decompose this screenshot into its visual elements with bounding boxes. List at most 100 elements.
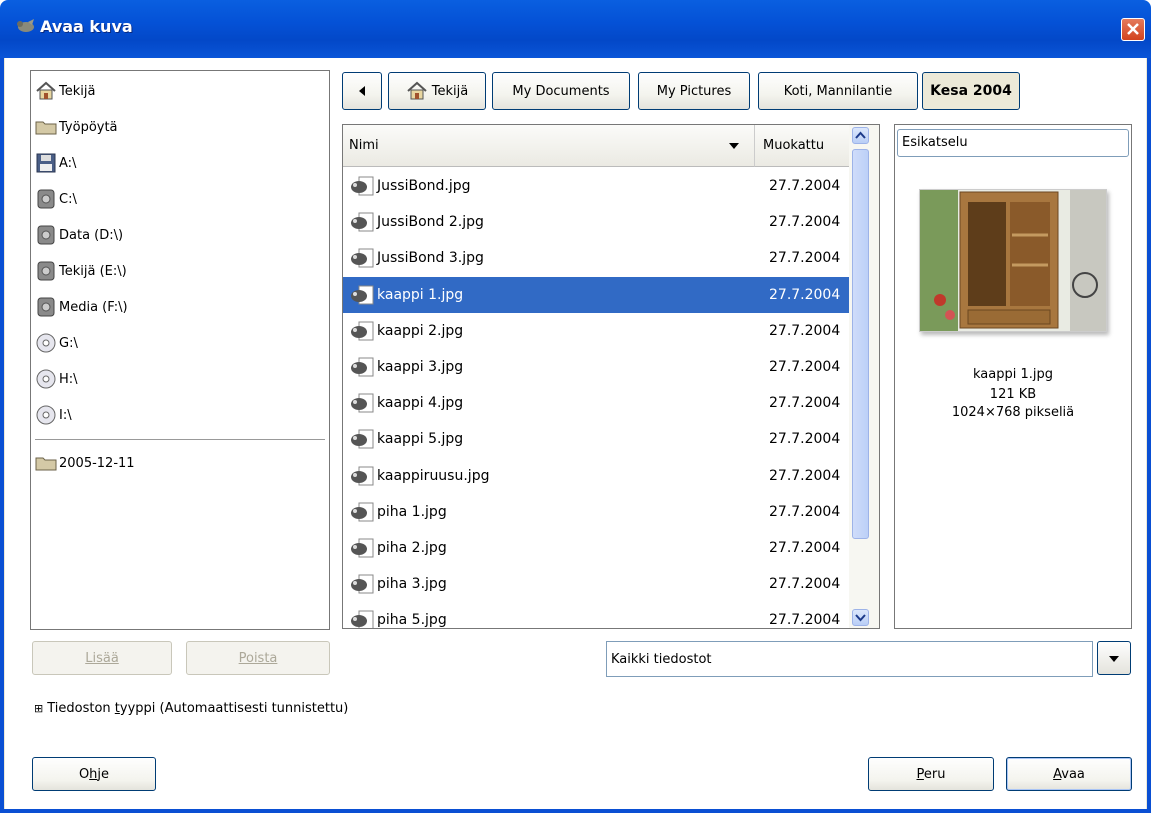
preview-header: Esikatselu: [897, 129, 1129, 157]
file-filter-combo[interactable]: Kaikki tiedostot: [606, 641, 1093, 677]
path-segment[interactable]: Koti, Mannilantie: [758, 72, 918, 110]
gimp-image-icon: [351, 212, 374, 232]
place-item[interactable]: Tekijä: [35, 79, 95, 103]
open-button[interactable]: Avaa: [1006, 757, 1132, 791]
file-modified: 27.7.2004: [769, 431, 841, 448]
expander-icon: ⊞: [34, 702, 44, 715]
file-row[interactable]: piha 1.jpg 27.7.2004: [343, 494, 849, 530]
cdrom-icon: [36, 405, 56, 425]
gimp-image-icon: [351, 574, 374, 594]
chevron-up-icon: [855, 131, 866, 139]
column-header-modified[interactable]: Muokattu: [755, 125, 849, 167]
file-row-selected[interactable]: kaappi 1.jpg 27.7.2004: [343, 276, 849, 313]
bookmark-label: 2005-12-11: [59, 455, 135, 471]
path-segment-label: Kesa 2004: [930, 83, 1012, 99]
harddisk-icon: [37, 261, 55, 281]
path-segment-active[interactable]: Kesa 2004: [922, 72, 1020, 110]
cancel-button[interactable]: Peru: [868, 757, 994, 791]
place-label: Media (F:\): [59, 299, 128, 315]
place-item[interactable]: Data (D:\): [35, 223, 123, 247]
help-button-label: Ohje: [78, 766, 110, 782]
file-list[interactable]: Nimi Muokattu JussiBond.jpg 27.7.2004 Juss…: [342, 124, 880, 629]
file-row[interactable]: JussiBond.jpg 27.7.2004: [343, 168, 849, 204]
file-name: kaappi 3.jpg: [377, 359, 464, 375]
place-label: Työpöytä: [59, 119, 118, 135]
file-modified: 27.7.2004: [769, 540, 841, 556]
file-row[interactable]: piha 2.jpg 27.7.2004: [343, 530, 849, 566]
column-header-name[interactable]: Nimi: [343, 125, 755, 167]
file-row[interactable]: kaappi 4.jpg 27.7.2004: [343, 385, 849, 421]
preview-panel: Esikatselu kaappi 1.jpg 121 KB 1024×768 …: [894, 124, 1132, 629]
file-row[interactable]: piha 3.jpg 27.7.2004: [343, 566, 849, 602]
path-segment[interactable]: My Documents: [492, 72, 630, 110]
place-item[interactable]: C:\: [35, 187, 77, 211]
scroll-down-button[interactable]: [852, 609, 869, 626]
help-button[interactable]: Ohje: [32, 757, 156, 791]
harddisk-icon: [37, 189, 55, 209]
path-segment-label: Koti, Mannilantie: [783, 83, 893, 99]
places-separator: [35, 439, 325, 440]
gimp-image-icon: [351, 248, 374, 268]
place-item[interactable]: Työpöytä: [35, 115, 118, 139]
file-row[interactable]: JussiBond 3.jpg 27.7.2004: [343, 240, 849, 276]
gimp-image-icon: [351, 393, 374, 413]
file-modified: 27.7.2004: [769, 467, 841, 484]
file-name: piha 1.jpg: [377, 503, 447, 520]
place-label: I:\: [59, 407, 72, 423]
place-item[interactable]: I:\: [35, 403, 72, 427]
path-segment[interactable]: My Pictures: [638, 72, 750, 110]
file-type-expander[interactable]: ⊞ Tiedoston tyyppi (Automaattisesti tunn…: [34, 701, 348, 716]
file-modified: 27.7.2004: [769, 178, 841, 194]
scroll-thumb[interactable]: [852, 149, 869, 539]
file-name: piha 5.jpg: [377, 612, 447, 629]
file-name: piha 3.jpg: [377, 576, 447, 593]
place-label: Tekijä (E:\): [59, 263, 127, 279]
file-name: kaappi 2.jpg: [377, 322, 464, 339]
close-button[interactable]: [1121, 18, 1145, 41]
cdrom-icon: [36, 333, 56, 353]
file-modified: 27.7.2004: [769, 286, 841, 303]
file-name: JussiBond 3.jpg: [377, 250, 484, 267]
place-item[interactable]: H:\: [35, 367, 78, 391]
preview-file-size: 121 KB: [989, 387, 1037, 402]
file-row[interactable]: JussiBond 2.jpg 27.7.2004: [343, 204, 849, 240]
cancel-button-label: Peru: [916, 766, 946, 782]
place-item[interactable]: G:\: [35, 331, 78, 355]
file-modified: 27.7.2004: [769, 395, 841, 412]
file-modified: 27.7.2004: [769, 503, 841, 520]
places-panel[interactable]: Tekijä Työpöytä A:\ C:\ Data (D:\) Tekij…: [30, 70, 330, 630]
file-row[interactable]: kaappi 5.jpg 27.7.2004: [343, 421, 849, 457]
place-label: H:\: [59, 371, 78, 387]
file-row[interactable]: piha 5.jpg 27.7.2004: [343, 602, 849, 629]
path-segment[interactable]: Tekijä: [388, 72, 486, 110]
place-item[interactable]: Tekijä (E:\): [35, 259, 127, 283]
harddisk-icon: [37, 225, 55, 245]
title-bar[interactable]: Avaa kuva: [0, 0, 1151, 58]
gimp-image-icon: [351, 538, 374, 558]
expander-label: Tiedoston tyyppi (Automaattisesti tunnis…: [47, 701, 349, 716]
file-row[interactable]: kaappiruusu.jpg 27.7.2004: [343, 458, 849, 494]
gimp-app-icon: [17, 19, 34, 32]
vertical-scrollbar[interactable]: [849, 125, 879, 628]
file-filter-value: Kaikki tiedostot: [611, 652, 712, 667]
place-item[interactable]: Media (F:\): [35, 295, 128, 319]
path-segment-label: My Documents: [512, 83, 610, 99]
path-back-button[interactable]: [342, 72, 382, 110]
window-title: Avaa kuva: [40, 17, 133, 36]
home-icon: [407, 81, 427, 100]
cdrom-icon: [36, 369, 56, 389]
scroll-up-button[interactable]: [852, 127, 869, 144]
folder-icon: [35, 121, 57, 135]
place-item[interactable]: A:\: [35, 151, 76, 175]
bookmark-item[interactable]: 2005-12-11: [35, 451, 135, 475]
gimp-image-icon: [351, 285, 374, 305]
file-modified: 27.7.2004: [769, 612, 841, 629]
chevron-down-icon: [855, 614, 866, 622]
gimp-image-icon: [351, 357, 374, 377]
file-row[interactable]: kaappi 2.jpg 27.7.2004: [343, 313, 849, 349]
preview-thumbnail: [919, 189, 1107, 332]
remove-bookmark-button[interactable]: Poista: [186, 641, 330, 675]
add-bookmark-button[interactable]: Lisää: [32, 641, 172, 675]
file-filter-dropdown-button[interactable]: [1097, 641, 1131, 675]
file-row[interactable]: kaappi 3.jpg 27.7.2004: [343, 349, 849, 385]
